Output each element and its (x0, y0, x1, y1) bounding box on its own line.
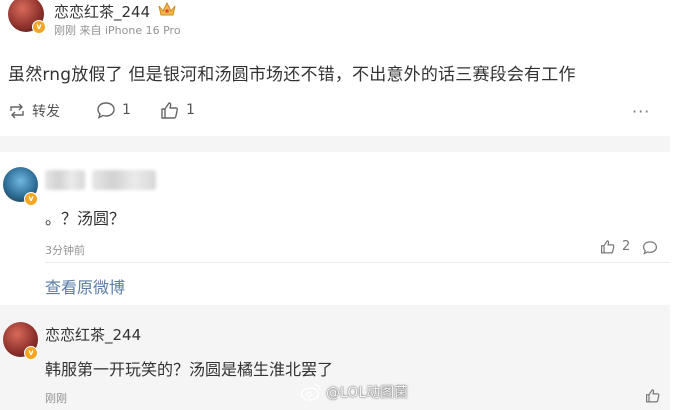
thumbs-up-icon (646, 389, 660, 403)
reply-comment-icon[interactable] (642, 240, 658, 259)
like-button[interactable]: 1 (160, 101, 195, 119)
post-header: v 恋恋红茶_244 刚刚 来自 iPhone 16 Pro (0, 0, 670, 45)
verified-badge-icon: v (24, 346, 38, 360)
repost-label: 转发 (32, 104, 60, 120)
post-text: 虽然rng放假了 但是银河和汤圆市场还不错，不出意外的话三赛段会有工作 (8, 65, 576, 85)
reply-time: 刚刚 (45, 392, 67, 405)
comment-icon (97, 102, 115, 119)
weibo-logo-icon (300, 384, 321, 401)
verified-badge-icon: v (24, 192, 38, 206)
section-divider (0, 305, 670, 315)
reply-time: 3分钟前 (45, 244, 85, 257)
more-options-icon[interactable]: ··· (632, 102, 650, 121)
section-divider (0, 136, 670, 152)
thumbs-up-icon (601, 240, 615, 254)
repost-icon (10, 103, 24, 119)
blurred-username (92, 170, 156, 190)
blurred-username (45, 170, 85, 190)
reply-like-button[interactable] (645, 388, 661, 407)
post-meta: 刚刚 来自 iPhone 16 Pro (54, 24, 181, 37)
crown-icon (158, 1, 176, 17)
watermark: @LOL动图菌 (300, 382, 408, 402)
reply-text: 韩服第一开玩笑的？汤圆是橘生淮北罢了 (45, 360, 334, 379)
reply-username[interactable]: 恋恋红茶_244 (45, 324, 141, 345)
repost-button[interactable]: 转发 (8, 101, 60, 121)
reply-divider (45, 262, 670, 263)
thumbs-up-icon (161, 102, 178, 119)
view-original-link[interactable]: 查看原微博 (45, 274, 125, 298)
right-edge (670, 0, 698, 410)
reply-like-button[interactable]: 2 (600, 239, 630, 254)
post-username[interactable]: 恋恋红茶_244 (54, 1, 150, 22)
reply-like-count: 2 (622, 239, 631, 254)
verified-badge-icon: v (32, 20, 46, 34)
like-count: 1 (186, 102, 195, 118)
reply-text: 。？汤圆？ (45, 209, 126, 228)
comment-button[interactable]: 1 (96, 101, 131, 119)
comment-count: 1 (122, 102, 131, 118)
watermark-text: @LOL动图菌 (326, 385, 409, 401)
